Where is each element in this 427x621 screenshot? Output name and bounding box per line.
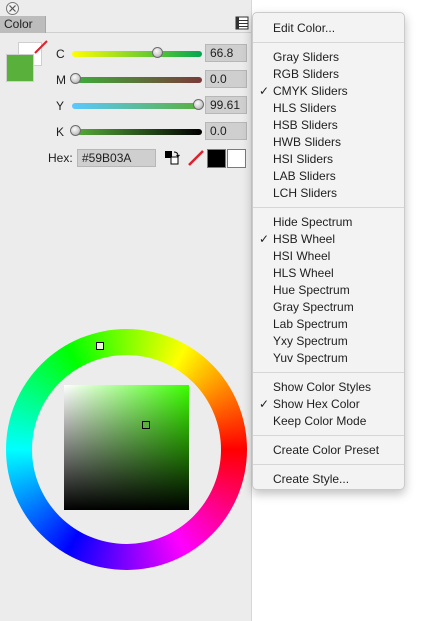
slider-track-yellow[interactable] — [72, 103, 202, 109]
slider-thumb-yellow[interactable] — [192, 99, 204, 110]
checkmark-icon: ✓ — [259, 232, 270, 246]
menu-item-label: HSB Sliders — [273, 118, 338, 132]
menu-item-label: LCH Sliders — [273, 186, 338, 200]
slider-thumb-magenta[interactable] — [70, 73, 81, 84]
menu-item-label: HLS Sliders — [273, 101, 337, 115]
yellow-value-field[interactable]: 99.61 — [205, 96, 247, 114]
close-icon — [9, 5, 16, 12]
slider-black: K 0.0 — [56, 122, 247, 140]
menu-item[interactable]: HSI Wheel — [253, 248, 404, 265]
slider-track-magenta[interactable] — [72, 77, 202, 83]
menu-item-label: LAB Sliders — [273, 169, 336, 183]
fill-stroke-swatches — [6, 40, 48, 84]
menu-item-label: Yxy Spectrum — [273, 334, 348, 348]
saturation-brightness-marker[interactable] — [142, 421, 150, 429]
menu-item[interactable]: ✓ CMYK Sliders — [253, 83, 404, 100]
menu-item-label: Keep Color Mode — [273, 414, 367, 428]
cyan-value-field[interactable]: 66.8 — [205, 44, 247, 62]
swap-colors-icon[interactable] — [164, 149, 180, 167]
menu-item-label: Yuv Spectrum — [273, 351, 348, 365]
magenta-value-field[interactable]: 0.0 — [205, 70, 247, 88]
white-swatch[interactable] — [227, 149, 246, 168]
menu-item[interactable]: Gray Spectrum — [253, 299, 404, 316]
slider-label-cyan: C — [56, 47, 65, 61]
hex-label: Hex: — [48, 151, 73, 165]
menu-item[interactable]: Lab Spectrum — [253, 316, 404, 333]
panel-options-menu: Edit Color... Gray Sliders RGB Sliders ✓ CMY… — [252, 12, 405, 490]
slider-thumb-black[interactable] — [70, 125, 81, 136]
menu-item-label: HSB Wheel — [273, 232, 336, 246]
slider-yellow: Y 99.61 — [56, 96, 247, 114]
menu-item[interactable]: HSI Sliders — [253, 151, 404, 168]
menu-separator — [253, 207, 404, 208]
menu-item-label: HWB Sliders — [273, 135, 342, 149]
menu-item-label: Create Color Preset — [273, 443, 380, 457]
checkmark-icon: ✓ — [259, 397, 270, 411]
hue-marker[interactable] — [96, 342, 104, 350]
tab-color[interactable]: Color — [0, 16, 46, 33]
hex-input[interactable]: #59B03A — [77, 149, 156, 167]
menu-item[interactable]: Gray Sliders — [253, 49, 404, 66]
menu-separator — [253, 464, 404, 465]
none-color-button[interactable] — [187, 149, 205, 167]
menu-item-label: CMYK Sliders — [273, 84, 348, 98]
no-stroke-icon — [34, 40, 48, 54]
menu-item-label: Edit Color... — [273, 21, 336, 35]
menu-item[interactable]: ✓ HSB Wheel — [253, 231, 404, 248]
slider-cyan: C 66.8 — [56, 44, 247, 62]
menu-item[interactable]: ✓ Show Hex Color — [253, 396, 404, 413]
menu-item[interactable]: LAB Sliders — [253, 168, 404, 185]
menu-item-label: Gray Spectrum — [273, 300, 354, 314]
close-panel-button[interactable] — [6, 2, 19, 15]
menu-separator — [253, 42, 404, 43]
menu-item-label: HLS Wheel — [273, 266, 334, 280]
menu-item[interactable]: Hue Spectrum — [253, 282, 404, 299]
menu-item-label: Create Style... — [273, 472, 350, 486]
checkmark-icon: ✓ — [259, 84, 270, 98]
menu-item[interactable]: HLS Wheel — [253, 265, 404, 282]
slider-track-cyan[interactable] — [72, 51, 202, 57]
menu-item-label: Gray Sliders — [273, 50, 340, 64]
menu-item-label: HSI Sliders — [273, 152, 334, 166]
menu-item[interactable]: Create Style... — [253, 471, 404, 488]
saturation-brightness-square[interactable] — [64, 385, 189, 510]
slider-magenta: M 0.0 — [56, 70, 247, 88]
menu-item[interactable]: Keep Color Mode — [253, 413, 404, 430]
menu-item[interactable]: RGB Sliders — [253, 66, 404, 83]
menu-separator — [253, 435, 404, 436]
menu-item-label: Show Hex Color — [273, 397, 360, 411]
menu-item[interactable]: HWB Sliders — [253, 134, 404, 151]
slider-label-magenta: M — [56, 73, 66, 87]
menu-separator — [253, 372, 404, 373]
menu-item-label: Hide Spectrum — [273, 215, 353, 229]
menu-item-label: Show Color Styles — [273, 380, 372, 394]
menu-item[interactable]: Edit Color... — [253, 20, 404, 37]
black-value-field[interactable]: 0.0 — [205, 122, 247, 140]
color-panel: Color C 66.8 M 0.0 Y 99.61 K 0.0 Hex: #5… — [0, 0, 252, 621]
menu-item[interactable]: HSB Sliders — [253, 117, 404, 134]
slider-label-black: K — [56, 125, 65, 139]
menu-item[interactable]: LCH Sliders — [253, 185, 404, 202]
tab-bar-divider — [46, 32, 251, 33]
black-swatch[interactable] — [207, 149, 226, 168]
menu-item-label: HSI Wheel — [273, 249, 331, 263]
menu-item-label: Hue Spectrum — [273, 283, 350, 297]
menu-item[interactable]: Yuv Spectrum — [253, 350, 404, 367]
menu-item[interactable]: Create Color Preset — [253, 442, 404, 459]
menu-item-label: RGB Sliders — [273, 67, 340, 81]
menu-item[interactable]: Hide Spectrum — [253, 214, 404, 231]
menu-item[interactable]: Yxy Spectrum — [253, 333, 404, 350]
slider-track-black[interactable] — [72, 129, 202, 135]
panel-menu-icon[interactable] — [235, 16, 249, 30]
menu-item[interactable]: HLS Sliders — [253, 100, 404, 117]
menu-item-label: Lab Spectrum — [273, 317, 348, 331]
menu-item[interactable]: Show Color Styles — [253, 379, 404, 396]
slider-label-yellow: Y — [56, 99, 65, 113]
fill-swatch[interactable] — [6, 54, 34, 82]
